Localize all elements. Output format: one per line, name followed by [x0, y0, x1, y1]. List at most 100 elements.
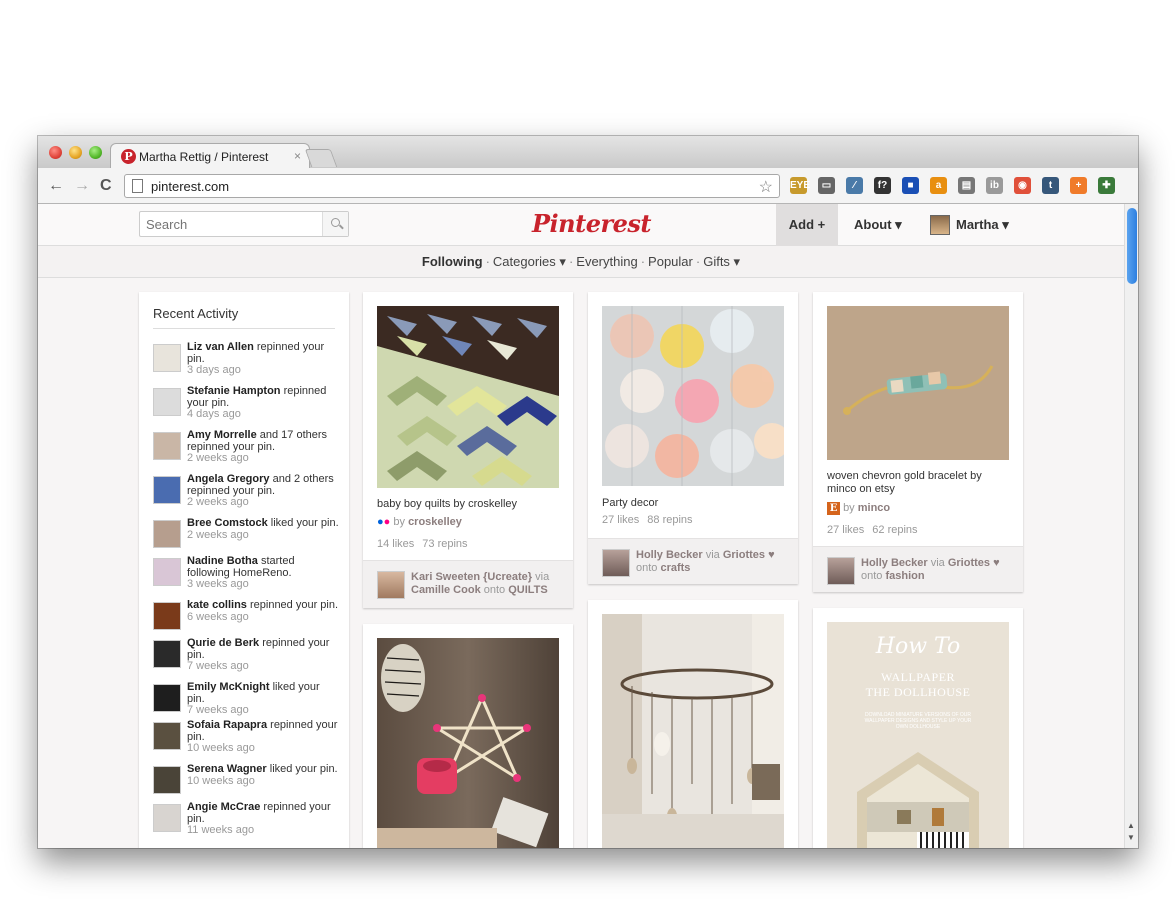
extension-icon[interactable]: t	[1042, 177, 1059, 194]
extension-icon[interactable]: +	[1070, 177, 1087, 194]
extension-icon[interactable]: ■	[902, 177, 919, 194]
activity-thumbnail[interactable]	[153, 766, 181, 794]
nav-gifts[interactable]: Gifts ▾	[703, 254, 740, 269]
scroll-down-arrow-icon[interactable]: ▼	[1127, 833, 1135, 842]
extension-icon[interactable]: ▭	[818, 177, 835, 194]
extension-icon[interactable]: ▤	[958, 177, 975, 194]
pin-image-yarn-star[interactable]	[377, 638, 559, 848]
extension-icon[interactable]: a	[930, 177, 947, 194]
extension-icon[interactable]: ⁄	[846, 177, 863, 194]
nav-categories[interactable]: Categories ▾	[493, 254, 566, 269]
activity-text: Nadine Botha started following HomeReno.…	[187, 555, 339, 591]
window-minimize-button[interactable]	[69, 146, 82, 159]
pinner-avatar[interactable]	[827, 557, 855, 585]
activity-thumbnail[interactable]	[153, 684, 181, 712]
url-text[interactable]: pinterest.com	[151, 179, 229, 194]
activity-user-name[interactable]: Liz van Allen	[187, 341, 254, 353]
activity-user-name[interactable]: Serena Wagner	[187, 763, 267, 775]
pinner-avatar[interactable]	[602, 549, 630, 577]
pin-source[interactable]: E by minco	[827, 502, 890, 515]
pin-card-chandelier[interactable]	[588, 600, 798, 848]
pin-card-wallpaper[interactable]: How To WALLPAPER THE DOLLHOUSE DOWNLOAD …	[813, 608, 1023, 848]
scrollbar-thumb[interactable]	[1127, 208, 1137, 284]
repins-count[interactable]: 62 repins	[872, 524, 917, 536]
pin-image-quilts[interactable]	[377, 306, 559, 488]
bookmark-star-icon[interactable]: ☆	[759, 177, 773, 197]
board-name[interactable]: crafts	[660, 562, 690, 574]
reload-icon[interactable]: C	[100, 177, 112, 195]
activity-user-name[interactable]: kate collins	[187, 599, 247, 611]
new-tab-button[interactable]	[304, 149, 338, 167]
via-from-name[interactable]: Griottes ♥	[948, 557, 1000, 569]
pin-card-quilts[interactable]: baby boy quilts by croskelley ●● by cros…	[363, 292, 573, 608]
nav-popular[interactable]: Popular	[648, 254, 693, 269]
pinner-name[interactable]: Holly Becker	[636, 549, 703, 561]
vertical-scrollbar[interactable]: ▲ ▼	[1124, 204, 1138, 848]
activity-user-name[interactable]: Nadine Botha	[187, 555, 258, 567]
extension-icon[interactable]: EYE	[790, 177, 810, 194]
pin-card-bracelet[interactable]: woven chevron gold bracelet by minco on …	[813, 292, 1023, 592]
activity-user-name[interactable]: Emily McKnight	[187, 681, 270, 693]
forward-arrow-icon[interactable]: →	[74, 177, 90, 195]
browser-tab[interactable]: P Martha Rettig / Pinterest ×	[110, 143, 310, 169]
activity-thumbnail[interactable]	[153, 640, 181, 668]
nav-everything[interactable]: Everything	[576, 254, 637, 269]
scroll-up-arrow-icon[interactable]: ▲	[1127, 821, 1135, 830]
pinner-avatar[interactable]	[377, 571, 405, 599]
activity-thumbnail[interactable]	[153, 602, 181, 630]
about-menu[interactable]: About ▾	[854, 204, 902, 246]
search-icon[interactable]	[322, 212, 348, 236]
extension-icon[interactable]: ◉	[1014, 177, 1031, 194]
activity-thumbnail[interactable]	[153, 520, 181, 548]
pin-image-bracelet[interactable]	[827, 306, 1009, 460]
pinterest-logo[interactable]: Pinterest	[532, 209, 651, 238]
likes-count[interactable]: 27 likes	[827, 524, 864, 536]
activity-thumbnail[interactable]	[153, 558, 181, 586]
tab-close-icon[interactable]: ×	[294, 149, 301, 163]
pinner-name[interactable]: Holly Becker	[861, 557, 928, 569]
add-button[interactable]: Add +	[776, 204, 838, 246]
extension-icon[interactable]: f?	[874, 177, 891, 194]
activity-user-name[interactable]: Qurie de Berk	[187, 637, 259, 649]
pin-image-party[interactable]	[602, 306, 784, 486]
window-maximize-button[interactable]	[89, 146, 102, 159]
activity-thumbnail[interactable]	[153, 476, 181, 504]
activity-user-name[interactable]: Amy Morrelle	[187, 429, 257, 441]
via-from-name[interactable]: Griottes ♥	[723, 549, 775, 561]
search-box	[139, 211, 349, 237]
search-input[interactable]	[140, 212, 324, 236]
activity-user-name[interactable]: Stefanie Hampton	[187, 385, 281, 397]
activity-thumbnail[interactable]	[153, 388, 181, 416]
pin-card-yarn-star[interactable]	[363, 624, 573, 848]
attribution-text: Holly Becker via Griottes ♥ onto crafts	[636, 549, 791, 575]
pinner-name[interactable]: Kari Sweeten {Ucreate}	[411, 571, 532, 583]
pin-image-chandelier[interactable]	[602, 614, 784, 848]
source-name[interactable]: minco	[858, 502, 890, 514]
likes-count[interactable]: 14 likes	[377, 538, 414, 550]
back-arrow-icon[interactable]: ←	[48, 177, 64, 195]
extension-icon[interactable]: ib	[986, 177, 1003, 194]
board-name[interactable]: fashion	[885, 570, 924, 582]
pin-card-party[interactable]: Party decor 27 likes 88 repins Holly Beck…	[588, 292, 798, 584]
address-bar[interactable]: pinterest.com ☆	[124, 174, 780, 198]
likes-count[interactable]: 27 likes	[602, 514, 639, 526]
activity-text: Emily McKnight liked your pin. 7 weeks ag…	[187, 681, 339, 717]
nav-following[interactable]: Following	[422, 254, 483, 269]
pin-image-wallpaper[interactable]: How To WALLPAPER THE DOLLHOUSE DOWNLOAD …	[827, 622, 1009, 848]
activity-thumbnail[interactable]	[153, 344, 181, 372]
activity-thumbnail[interactable]	[153, 804, 181, 832]
activity-user-name[interactable]: Angela Gregory	[187, 473, 270, 485]
activity-user-name[interactable]: Sofaia Rapapra	[187, 719, 267, 731]
repins-count[interactable]: 88 repins	[647, 514, 692, 526]
via-from-name[interactable]: Camille Cook	[411, 584, 481, 596]
window-close-button[interactable]	[49, 146, 62, 159]
activity-thumbnail[interactable]	[153, 722, 181, 750]
activity-user-name[interactable]: Angie McCrae	[187, 801, 260, 813]
source-name[interactable]: croskelley	[408, 516, 462, 528]
activity-thumbnail[interactable]	[153, 432, 181, 460]
pin-source[interactable]: ●● by croskelley	[377, 516, 462, 528]
repins-count[interactable]: 73 repins	[422, 538, 467, 550]
extension-icon[interactable]: ✚	[1098, 177, 1115, 194]
board-name[interactable]: QUILTS	[508, 584, 548, 596]
activity-user-name[interactable]: Bree Comstock	[187, 517, 268, 529]
